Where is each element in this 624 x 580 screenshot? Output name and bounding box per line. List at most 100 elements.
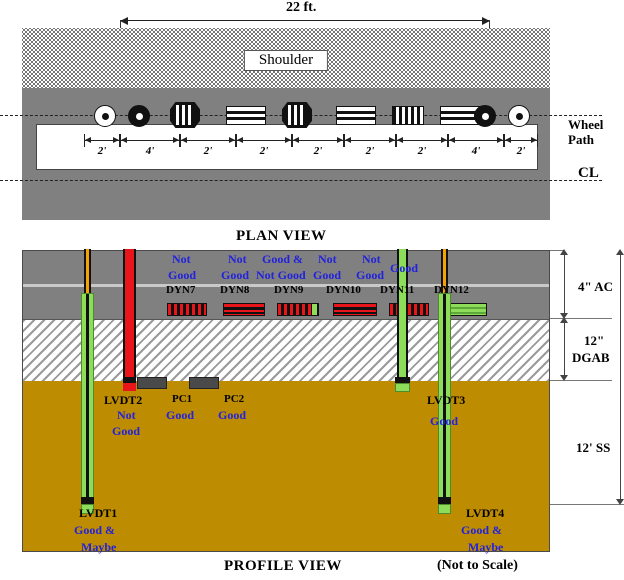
dimension-segment: 2' [344,132,396,166]
shoulder-label: Shoulder [243,50,329,71]
dyn7-status-line1: Not [172,252,191,266]
lvdt1-rod-body[interactable] [81,293,94,505]
dgab-thickness-label-line1: 12" [584,333,605,348]
lvdt3-id: LVDT3 [427,393,466,407]
lvdt3-status: Good [430,414,459,428]
profile-sensor-pc1[interactable] [137,377,167,389]
lvdt2-status-line2: Good [112,424,141,438]
dimension-segment: 2' [180,132,236,166]
ac-arrow-up [560,249,568,255]
spacing-dimension-chain: 2' 4' 2' 2' 2' 2' 2' 4' 2' [22,132,550,166]
ss-thickness-label: 12' SS [576,440,611,455]
pc1-id: PC1 [172,393,193,405]
plan-sensor-lvdt-pin-1[interactable] [94,105,116,127]
dyn-horizontal-bar-icon [227,111,265,114]
lvdt2-status-line1: Not [117,408,136,422]
profile-sensor-dyn8[interactable] [223,303,265,316]
lvdt1-id: LVDT1 [79,506,118,520]
dimension-label: 2' [516,145,526,157]
dimension-segment: 4' [120,132,180,166]
dyn9-status-line2: Not Good [256,268,306,282]
dyn8-id: DYN8 [220,284,250,296]
dimension-segment: 4' [448,132,504,166]
lvdt3-rod-tip [395,383,410,392]
lvdt1-status-line1: Good & [74,523,116,537]
dimension-segment: 2' [236,132,292,166]
lvdt2-id: LVDT2 [104,393,143,407]
dyn12-id: DYN12 [434,284,469,296]
dimension-segment: 2' [84,132,120,166]
dyn12-status-line1: Good [390,261,419,275]
dimension-label: 2' [365,145,375,157]
layer-depth-dimensions [550,249,624,552]
dyn8-status-line1: Not [228,252,247,266]
dyn10-status-line2: Good [313,268,342,282]
plan-sensor-lvdt-pin-2[interactable] [128,105,150,127]
plan-view: Shoulder 2' 4' 2' 2' 2' 2' 2' 4' 2' [0,28,602,220]
dimension-line [120,20,490,21]
dimension-segment: 2' [396,132,448,166]
arrow-left [120,16,128,25]
centerline-line [0,180,602,181]
wheel-path-label-line2: Path [568,132,594,147]
plan-sensor-dyn-hbar-1[interactable] [226,106,266,125]
lvdt1-rod-core [86,294,89,504]
layer-dgab [23,319,549,383]
plan-sensor-lvdt-pin-4[interactable] [508,105,530,127]
lvdt1-status-line2: Maybe [81,540,117,554]
pin-core-icon [101,112,109,120]
plan-sensor-dyn-octagon-1[interactable] [170,102,200,128]
overall-width-label: 22 ft. [286,0,317,15]
profile-sensor-dyn11[interactable] [389,303,429,316]
dyn8-status-line2: Good [221,268,250,282]
dyn-octagon-striped-icon [288,105,306,125]
plan-sensor-dyn-vbar-1[interactable] [392,106,424,125]
profile-sensor-dyn7[interactable] [167,303,207,316]
profile-sensor-pc2[interactable] [189,377,219,389]
lvdt2-rod-tip [123,383,136,391]
ac-thickness-label: 4" AC [578,279,614,294]
dyn7-status-line2: Good [168,268,197,282]
dgab-arrow-up [560,317,568,323]
plan-sensor-dyn-octagon-2[interactable] [282,102,312,128]
plan-sensor-lvdt-pin-3[interactable] [474,105,496,127]
dimension-label: 2' [313,145,323,157]
dyn9-id: DYN9 [274,284,304,296]
dyn-horizontal-bar-icon [337,117,375,120]
ss-arrow-down [616,499,624,505]
dyn11-status-line1: Not [362,252,381,266]
pc2-id: PC2 [224,393,245,405]
dimension-label: 4' [471,145,481,157]
dimension-label: 4' [145,145,155,157]
overall-width-dimension: 22 ft. [0,0,624,86]
dyn7-id: DYN7 [166,284,196,296]
wheel-path-label-line1: Wheel [568,117,604,132]
ss-arrow-up [616,249,624,255]
pin-core-icon [481,112,489,120]
dimension-label: 2' [417,145,427,157]
plan-sensor-dyn-hbar-2[interactable] [336,106,376,125]
dyn10-status-line1: Not [318,252,337,266]
pc1-status: Good [166,408,195,422]
dyn11-id: DYN11 [380,284,415,296]
lvdt1-rod-top[interactable] [84,249,91,293]
profile-sensor-dyn9[interactable] [277,303,319,316]
dimension-label: 2' [97,145,107,157]
leader-ss-bottom [550,504,624,505]
lvdt1-rod-collar [81,497,94,504]
profile-sensor-dyn10[interactable] [333,303,377,316]
pin-core-icon [135,112,143,120]
lvdt2-rod-body[interactable] [123,249,136,383]
lvdt4-status-line2: Maybe [468,540,504,554]
dgab-arrow-down [560,375,568,381]
dgab-thickness-label-line2: DGAB [572,350,610,365]
dyn10-id: DYN10 [326,284,361,296]
dyn-horizontal-bar-icon [227,117,265,120]
dyn-horizontal-bar-icon [337,111,375,114]
pc2-status: Good [218,408,247,422]
centerline-label: CL [578,165,599,181]
lvdt4-rod-tip [438,504,451,514]
plan-view-title: PLAN VIEW [236,228,327,244]
scale-note: (Not to Scale) [437,558,518,573]
lvdt4-rod-collar [438,497,451,504]
